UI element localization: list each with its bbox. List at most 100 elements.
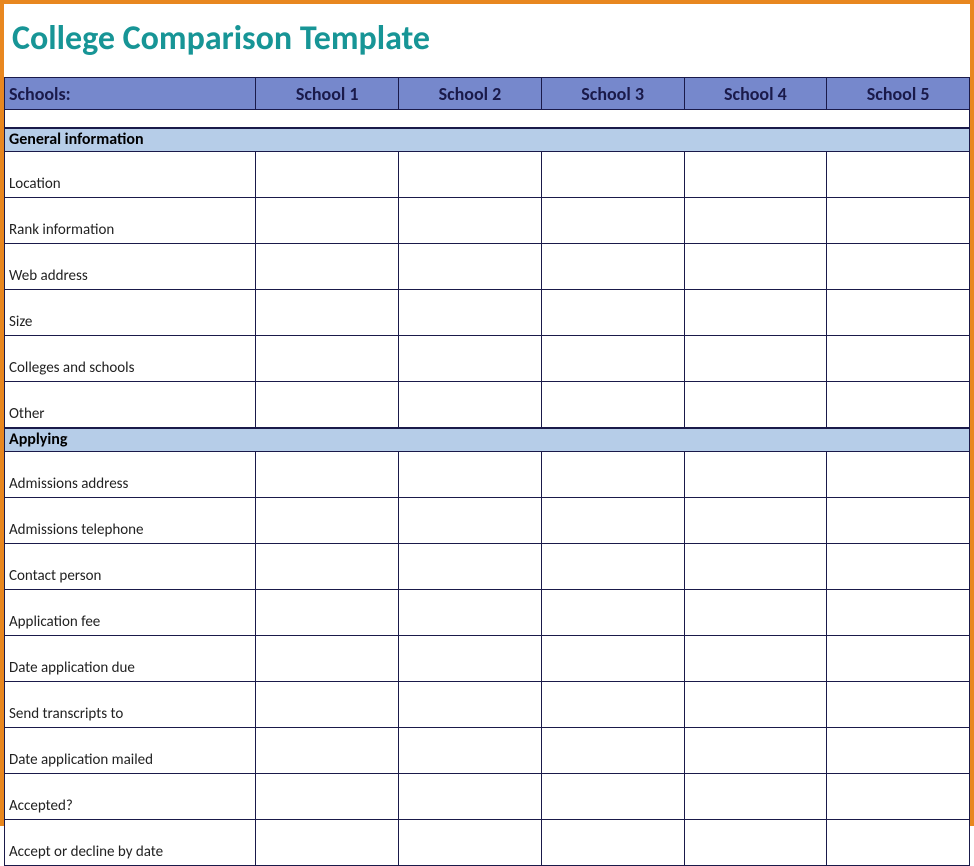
cell-input[interactable] xyxy=(256,544,399,590)
cell-input[interactable] xyxy=(399,382,542,428)
section-label: Applying xyxy=(5,428,970,452)
cell-input[interactable] xyxy=(541,544,684,590)
cell-input[interactable] xyxy=(399,636,542,682)
school-3-header[interactable]: School 3 xyxy=(541,78,684,110)
cell-input[interactable] xyxy=(684,336,827,382)
cell-input[interactable] xyxy=(399,728,542,774)
cell-input[interactable] xyxy=(827,198,970,244)
cell-input[interactable] xyxy=(256,198,399,244)
cell-input[interactable] xyxy=(256,382,399,428)
cell-input[interactable] xyxy=(541,820,684,866)
table-row: Send transcripts to xyxy=(5,682,970,728)
school-4-header[interactable]: School 4 xyxy=(684,78,827,110)
school-2-header[interactable]: School 2 xyxy=(399,78,542,110)
cell-input[interactable] xyxy=(541,636,684,682)
section-applying: Applying xyxy=(5,428,970,452)
cell-input[interactable] xyxy=(684,244,827,290)
row-label: Date application mailed xyxy=(5,728,256,774)
row-label: Rank information xyxy=(5,198,256,244)
row-label: Size xyxy=(5,290,256,336)
cell-input[interactable] xyxy=(827,590,970,636)
cell-input[interactable] xyxy=(684,152,827,198)
cell-input[interactable] xyxy=(541,244,684,290)
cell-input[interactable] xyxy=(256,590,399,636)
cell-input[interactable] xyxy=(256,152,399,198)
row-label: Contact person xyxy=(5,544,256,590)
cell-input[interactable] xyxy=(256,820,399,866)
cell-input[interactable] xyxy=(541,452,684,498)
cell-input[interactable] xyxy=(399,152,542,198)
cell-input[interactable] xyxy=(399,198,542,244)
cell-input[interactable] xyxy=(541,728,684,774)
cell-input[interactable] xyxy=(256,498,399,544)
cell-input[interactable] xyxy=(256,682,399,728)
cell-input[interactable] xyxy=(399,244,542,290)
cell-input[interactable] xyxy=(827,820,970,866)
cell-input[interactable] xyxy=(541,498,684,544)
cell-input[interactable] xyxy=(541,590,684,636)
cell-input[interactable] xyxy=(541,290,684,336)
cell-input[interactable] xyxy=(256,244,399,290)
school-5-header[interactable]: School 5 xyxy=(827,78,970,110)
cell-input[interactable] xyxy=(827,290,970,336)
row-label: Other xyxy=(5,382,256,428)
cell-input[interactable] xyxy=(827,682,970,728)
cell-input[interactable] xyxy=(541,198,684,244)
cell-input[interactable] xyxy=(399,290,542,336)
cell-input[interactable] xyxy=(399,498,542,544)
row-label: Admissions address xyxy=(5,452,256,498)
cell-input[interactable] xyxy=(399,820,542,866)
cell-input[interactable] xyxy=(399,336,542,382)
cell-input[interactable] xyxy=(256,336,399,382)
row-label: Application fee xyxy=(5,590,256,636)
cell-input[interactable] xyxy=(256,452,399,498)
cell-input[interactable] xyxy=(399,452,542,498)
cell-input[interactable] xyxy=(684,452,827,498)
cell-input[interactable] xyxy=(541,152,684,198)
table-row: Size xyxy=(5,290,970,336)
cell-input[interactable] xyxy=(684,544,827,590)
cell-input[interactable] xyxy=(684,636,827,682)
cell-input[interactable] xyxy=(684,198,827,244)
cell-input[interactable] xyxy=(684,382,827,428)
row-label: Colleges and schools xyxy=(5,336,256,382)
cell-input[interactable] xyxy=(684,774,827,820)
cell-input[interactable] xyxy=(256,728,399,774)
cell-input[interactable] xyxy=(827,452,970,498)
cell-input[interactable] xyxy=(399,590,542,636)
cell-input[interactable] xyxy=(399,682,542,728)
page-title: College Comparison Template xyxy=(4,4,970,77)
cell-input[interactable] xyxy=(827,636,970,682)
cell-input[interactable] xyxy=(684,728,827,774)
cell-input[interactable] xyxy=(827,382,970,428)
cell-input[interactable] xyxy=(256,290,399,336)
cell-input[interactable] xyxy=(541,336,684,382)
row-label: Admissions telephone xyxy=(5,498,256,544)
cell-input[interactable] xyxy=(684,498,827,544)
cell-input[interactable] xyxy=(684,820,827,866)
cell-input[interactable] xyxy=(827,498,970,544)
cell-input[interactable] xyxy=(541,774,684,820)
cell-input[interactable] xyxy=(256,636,399,682)
cell-input[interactable] xyxy=(399,544,542,590)
cell-input[interactable] xyxy=(399,774,542,820)
schools-label-header: Schools: xyxy=(5,78,256,110)
cell-input[interactable] xyxy=(827,774,970,820)
cell-input[interactable] xyxy=(827,544,970,590)
cell-input[interactable] xyxy=(827,244,970,290)
table-row: Accepted? xyxy=(5,774,970,820)
cell-input[interactable] xyxy=(541,682,684,728)
cell-input[interactable] xyxy=(827,152,970,198)
row-label: Accept or decline by date xyxy=(5,820,256,866)
cell-input[interactable] xyxy=(684,290,827,336)
cell-input[interactable] xyxy=(827,728,970,774)
cell-input[interactable] xyxy=(256,774,399,820)
table-row: Other xyxy=(5,382,970,428)
cell-input[interactable] xyxy=(541,382,684,428)
cell-input[interactable] xyxy=(684,682,827,728)
cell-input[interactable] xyxy=(684,590,827,636)
table-row: Admissions telephone xyxy=(5,498,970,544)
school-1-header[interactable]: School 1 xyxy=(256,78,399,110)
spacer-row xyxy=(5,110,970,128)
cell-input[interactable] xyxy=(827,336,970,382)
